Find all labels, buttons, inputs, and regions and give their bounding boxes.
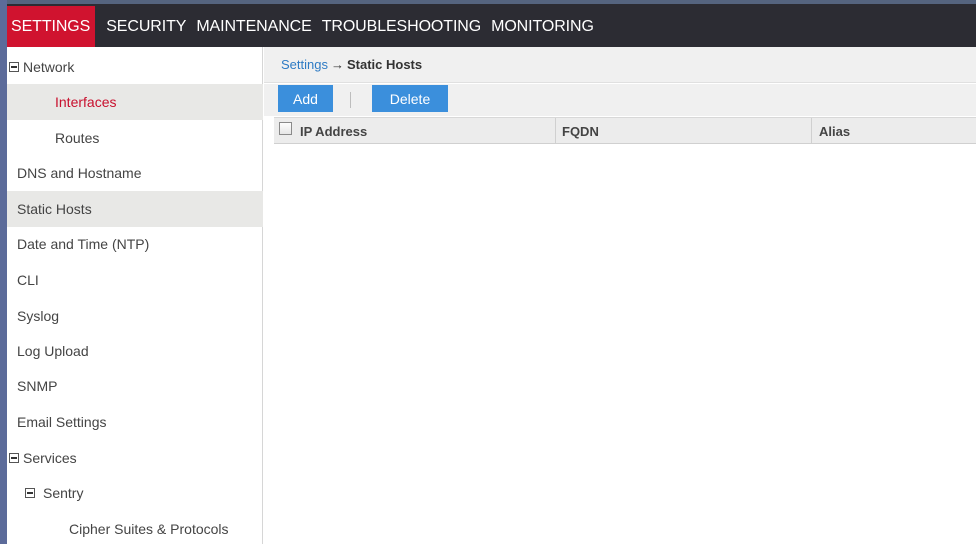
tab-monitoring[interactable]: MONITORING: [487, 6, 597, 47]
breadcrumb: Settings → Static Hosts: [264, 47, 976, 83]
sidebar-item-label: Date and Time (NTP): [17, 236, 150, 252]
sidebar-item-snmp[interactable]: SNMP: [7, 368, 263, 404]
column-header-ip-address[interactable]: IP Address: [300, 118, 555, 144]
top-navigation: SETTINGS SECURITY MAINTENANCE TROUBLESHO…: [0, 0, 976, 47]
sidebar-item-label: Syslog: [17, 308, 60, 324]
sidebar-item-label: Network: [23, 59, 75, 75]
breadcrumb-current: Static Hosts: [346, 57, 423, 72]
breadcrumb-arrow-icon: →: [330, 57, 344, 72]
main-content: Settings → Static Hosts Add Delete IP Ad…: [264, 47, 976, 544]
sidebar-item-date-time[interactable]: Date and Time (NTP): [7, 226, 263, 262]
collapse-box-icon[interactable]: [25, 488, 35, 498]
tab-troubleshooting[interactable]: TROUBLESHOOTING: [318, 6, 484, 47]
sidebar-item-label: DNS and Hostname: [17, 165, 142, 181]
sidebar-item-log-upload[interactable]: Log Upload: [7, 333, 263, 369]
toolbar-divider: [350, 92, 351, 108]
main-tabs: SETTINGS SECURITY MAINTENANCE TROUBLESHO…: [7, 6, 597, 47]
sidebar-item-static-hosts[interactable]: Static Hosts: [7, 191, 263, 227]
column-header-fqdn[interactable]: FQDN: [555, 118, 811, 144]
sidebar-item-label: Sentry: [43, 485, 84, 501]
delete-button[interactable]: Delete: [372, 85, 448, 112]
tab-maintenance[interactable]: MAINTENANCE: [192, 6, 314, 47]
sidebar-item-services[interactable]: Services: [7, 440, 263, 476]
sidebar-item-cipher-suites[interactable]: Cipher Suites & Protocols: [7, 511, 263, 544]
sidebar-item-email-settings[interactable]: Email Settings: [7, 404, 263, 440]
tab-security[interactable]: SECURITY: [102, 6, 189, 47]
sidebar-item-syslog[interactable]: Syslog: [7, 298, 263, 334]
sidebar-item-label: Log Upload: [17, 343, 89, 359]
static-hosts-table-header: IP Address FQDN Alias: [274, 117, 976, 144]
breadcrumb-settings-link[interactable]: Settings: [281, 57, 328, 72]
sidebar-item-label: Routes: [55, 130, 100, 146]
sidebar-item-label: Static Hosts: [17, 201, 92, 217]
select-all-checkbox[interactable]: [279, 122, 292, 135]
sidebar: Network Interfaces Routes DNS and Hostna…: [0, 47, 263, 544]
toolbar: Add Delete: [264, 84, 976, 116]
collapse-box-icon[interactable]: [9, 453, 19, 463]
sidebar-item-dns-hostname[interactable]: DNS and Hostname: [7, 155, 263, 191]
sidebar-item-label: Cipher Suites & Protocols: [69, 521, 229, 537]
sidebar-item-label: CLI: [17, 272, 39, 288]
sidebar-item-interfaces[interactable]: Interfaces: [7, 84, 263, 120]
collapse-box-icon[interactable]: [9, 62, 19, 72]
sidebar-item-cli[interactable]: CLI: [7, 262, 263, 298]
add-button[interactable]: Add: [278, 85, 333, 112]
sidebar-item-label: Email Settings: [17, 414, 107, 430]
sidebar-item-label: SNMP: [17, 378, 58, 394]
sidebar-item-label: Services: [23, 450, 77, 466]
sidebar-item-sentry[interactable]: Sentry: [7, 475, 263, 511]
sidebar-item-network[interactable]: Network: [7, 49, 263, 85]
top-accent-bar: [7, 0, 976, 4]
sidebar-item-label: Interfaces: [55, 94, 117, 110]
tab-settings[interactable]: SETTINGS: [7, 6, 96, 47]
sidebar-item-routes[interactable]: Routes: [7, 120, 263, 156]
column-header-alias[interactable]: Alias: [811, 118, 976, 144]
